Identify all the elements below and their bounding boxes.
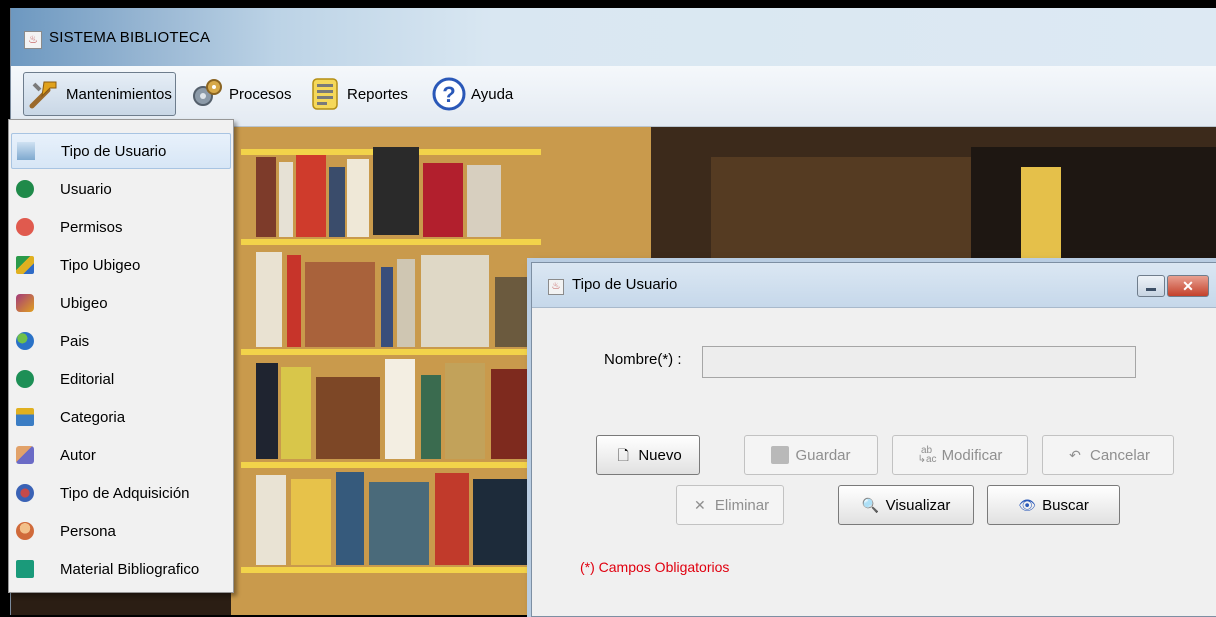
dropdown-item-tipo-ubigeo[interactable]: Tipo Ubigeo (11, 247, 231, 283)
app-title: SISTEMA BIBLIOTECA (49, 29, 211, 46)
permissions-icon (16, 218, 34, 236)
dropdown-item-categoria[interactable]: Categoria (11, 399, 231, 435)
category-icon (16, 408, 34, 426)
nombre-label: Nombre(*) : (604, 351, 682, 368)
tipo-de-usuario-dialog: ♨ Tipo de Usuario ✕ Nombre(*) : 🗋 Nuevo … (531, 262, 1216, 617)
menu-label-ayuda: Ayuda (471, 85, 514, 103)
dialog-title-bar[interactable]: ♨ Tipo de Usuario ✕ (532, 263, 1216, 308)
java-app-icon: ♨ (24, 31, 42, 49)
author-icon (16, 446, 34, 464)
required-fields-note: (*) Campos Obligatorios (580, 559, 730, 575)
close-button[interactable]: ✕ (1167, 275, 1209, 297)
title-bar: ♨ SISTEMA BIBLIOTECA (11, 8, 1216, 66)
dropdown-item-pais[interactable]: Pais (11, 323, 231, 359)
nombre-input[interactable] (702, 346, 1136, 378)
dropdown-item-ubigeo[interactable]: Ubigeo (11, 285, 231, 321)
acquisition-icon (16, 484, 34, 502)
report-icon (307, 76, 343, 112)
tools-icon (26, 76, 62, 112)
undo-icon: ↶ (1069, 447, 1081, 463)
person-icon (16, 522, 34, 540)
book-icon (16, 560, 34, 578)
menu-reportes[interactable]: Reportes (307, 72, 408, 116)
delete-icon: ✕ (694, 497, 706, 513)
menu-mantenimientos[interactable]: Mantenimientos (23, 72, 176, 116)
eliminar-button[interactable]: ✕ Eliminar (676, 485, 784, 525)
new-document-icon: 🗋 (617, 447, 629, 463)
buscar-button[interactable]: 👁 Buscar (987, 485, 1120, 525)
menu-procesos[interactable]: Procesos (189, 72, 292, 116)
dialog-title: Tipo de Usuario (572, 276, 678, 293)
preview-icon: 🔍 (861, 497, 880, 513)
menu-label-procesos: Procesos (229, 85, 292, 103)
dropdown-item-tipo-de-usuario[interactable]: Tipo de Usuario (11, 133, 231, 169)
globe-icon (16, 332, 34, 350)
menu-label-mantenimientos: Mantenimientos (66, 85, 172, 103)
menu-label-reportes: Reportes (347, 85, 408, 103)
cancelar-button[interactable]: ↶ Cancelar (1042, 435, 1174, 475)
modificar-button[interactable]: ab ↳ac Modificar (892, 435, 1028, 475)
save-icon (771, 446, 790, 464)
java-app-icon: ♨ (548, 279, 564, 295)
dropdown-item-permisos[interactable]: Permisos (11, 209, 231, 245)
dropdown-item-editorial[interactable]: Editorial (11, 361, 231, 397)
dropdown-item-persona[interactable]: Persona (11, 513, 231, 549)
user-icon (16, 180, 34, 198)
dropdown-item-autor[interactable]: Autor (11, 437, 231, 473)
map-icon (16, 256, 34, 274)
user-type-icon (17, 142, 35, 160)
help-icon: ? (431, 76, 467, 112)
edit-text-icon: ab ↳ac (917, 445, 937, 465)
nuevo-button[interactable]: 🗋 Nuevo (596, 435, 700, 475)
dropdown-item-tipo-de-adquisicion[interactable]: Tipo de Adquisición (11, 475, 231, 511)
menu-bar: Mantenimientos Procesos Reportes ? Ayuda (11, 66, 1216, 127)
gears-icon (189, 76, 225, 112)
visualizar-button[interactable]: 🔍 Visualizar (838, 485, 974, 525)
mantenimientos-dropdown: Tipo de Usuario Usuario Permisos Tipo Ub… (8, 119, 234, 593)
binoculars-icon: 👁 (1018, 497, 1037, 513)
location-icon (16, 294, 34, 312)
editorial-icon (16, 370, 34, 388)
dropdown-item-usuario[interactable]: Usuario (11, 171, 231, 207)
guardar-button[interactable]: Guardar (744, 435, 878, 475)
minimize-button[interactable] (1137, 275, 1165, 297)
svg-text:?: ? (442, 82, 455, 107)
menu-ayuda[interactable]: ? Ayuda (431, 72, 513, 116)
dropdown-item-material-bibliografico[interactable]: Material Bibliografico (11, 551, 231, 587)
